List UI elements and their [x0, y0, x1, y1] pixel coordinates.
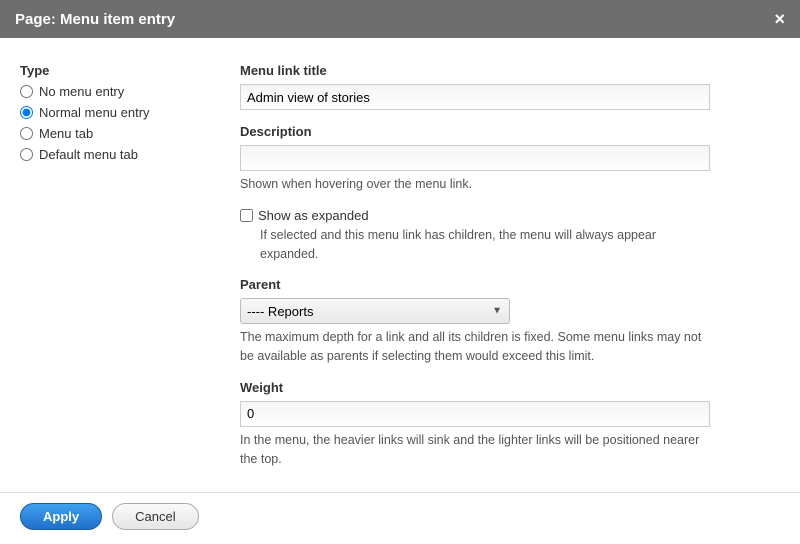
show-expanded-help: If selected and this menu link has child… [260, 226, 710, 264]
radio-default-menu-tab[interactable]: Default menu tab [20, 147, 240, 162]
dialog-header: Page: Menu item entry × [0, 0, 800, 38]
parent-label: Parent [240, 277, 710, 292]
field-parent: Parent ---- Reports ▼ The maximum depth … [240, 277, 710, 366]
radio-label: Normal menu entry [39, 105, 150, 120]
radio-no-menu-entry[interactable]: No menu entry [20, 84, 240, 99]
field-weight: Weight In the menu, the heavier links wi… [240, 380, 710, 469]
description-input[interactable] [240, 145, 710, 171]
radio-label: Default menu tab [39, 147, 138, 162]
parent-select[interactable]: ---- Reports [240, 298, 510, 324]
description-label: Description [240, 124, 710, 139]
show-expanded-checkbox[interactable] [240, 209, 253, 222]
radio-input-normal[interactable] [20, 106, 33, 119]
radio-input-no-menu[interactable] [20, 85, 33, 98]
field-menu-link-title: Menu link title [240, 63, 710, 110]
radio-input-menu-tab[interactable] [20, 127, 33, 140]
dialog-footer: Apply Cancel [0, 492, 800, 544]
type-label: Type [20, 63, 240, 78]
type-section: Type No menu entry Normal menu entry Men… [20, 63, 240, 472]
dialog-body: Type No menu entry Normal menu entry Men… [0, 38, 800, 492]
radio-input-default-tab[interactable] [20, 148, 33, 161]
radio-menu-tab[interactable]: Menu tab [20, 126, 240, 141]
radio-label: No menu entry [39, 84, 124, 99]
close-icon[interactable]: × [774, 10, 785, 28]
form-section: Menu link title Description Shown when h… [240, 63, 780, 472]
show-expanded-label: Show as expanded [258, 208, 369, 223]
weight-input[interactable] [240, 401, 710, 427]
field-description: Description Shown when hovering over the… [240, 124, 710, 194]
weight-label: Weight [240, 380, 710, 395]
weight-help: In the menu, the heavier links will sink… [240, 431, 710, 469]
description-help: Shown when hovering over the menu link. [240, 175, 710, 194]
parent-help: The maximum depth for a link and all its… [240, 328, 710, 366]
radio-normal-menu-entry[interactable]: Normal menu entry [20, 105, 240, 120]
menu-link-title-label: Menu link title [240, 63, 710, 78]
menu-link-title-input[interactable] [240, 84, 710, 110]
field-show-expanded: Show as expanded If selected and this me… [240, 208, 710, 264]
dialog-title: Page: Menu item entry [15, 11, 175, 28]
type-radio-group: No menu entry Normal menu entry Menu tab… [20, 84, 240, 162]
radio-label: Menu tab [39, 126, 93, 141]
cancel-button[interactable]: Cancel [112, 503, 198, 530]
apply-button[interactable]: Apply [20, 503, 102, 530]
